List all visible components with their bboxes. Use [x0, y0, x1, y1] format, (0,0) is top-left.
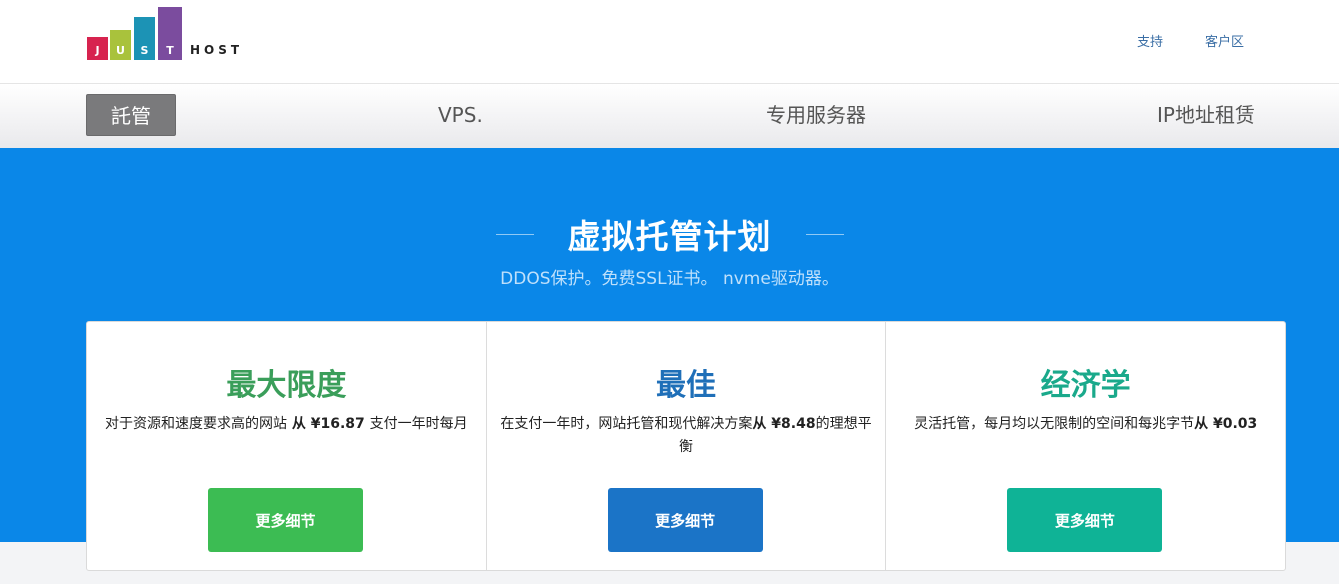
plan-title: 经济学 [1040, 368, 1131, 403]
plan-desc-text: 灵活托管，每月均以无限制的空间和每兆字节 [914, 416, 1195, 432]
top-links: 支持 客户区 [1137, 31, 1244, 50]
plan-title: 最大限度 [226, 368, 347, 403]
plan-cards: 最大限度 对于资源和速度要求高的网站 从 ¥16.87 支付一年时每月 更多细节… [86, 321, 1286, 571]
plan-description: 在支付一年时，网站托管和现代解决方案从 ¥8.48的理想平衡 [497, 413, 876, 459]
plan-desc-text: 在支付一年时，网站托管和现代解决方案 [500, 416, 753, 432]
more-details-button[interactable]: 更多细节 [607, 488, 763, 552]
svg-text:HOST: HOST [190, 43, 243, 57]
plan-card-optimal: 最佳 在支付一年时，网站托管和现代解决方案从 ¥8.48的理想平衡 更多细节 [487, 322, 887, 570]
justhost-logo[interactable]: J U S T HOST [86, 6, 256, 62]
main-nav: 託管 VPS. 专用服务器 IP地址租赁 [0, 84, 1339, 148]
nav-dedicated-servers[interactable]: 专用服务器 [766, 94, 866, 136]
support-link[interactable]: 支持 [1137, 31, 1163, 50]
svg-text:J: J [94, 44, 99, 57]
hero-title: 虚拟托管计划 [567, 217, 772, 256]
hero-divider-right [805, 233, 844, 235]
hero-title-row: 虚拟托管计划 [0, 210, 1339, 258]
plan-desc-tail: 支付一年时每月 [369, 416, 468, 432]
plan-title: 最佳 [656, 368, 716, 403]
client-area-link[interactable]: 客户区 [1205, 31, 1244, 50]
plan-price: 从 ¥0.03 [1194, 416, 1258, 432]
nav-ip-rental[interactable]: IP地址租赁 [1157, 94, 1255, 136]
more-details-button[interactable]: 更多细节 [1007, 488, 1163, 552]
more-details-button[interactable]: 更多细节 [208, 488, 363, 552]
plan-description: 灵活托管，每月均以无限制的空间和每兆字节从 ¥0.03 [896, 413, 1275, 436]
hero-subtitle: DDOS保护。免费SSL证书。 nvme驱动器。 [500, 269, 839, 289]
site-header: J U S T HOST 支持 客户区 [0, 0, 1339, 84]
nav-hosting[interactable]: 託管 [86, 94, 176, 136]
nav-vps[interactable]: VPS. [438, 94, 483, 136]
hero-divider-left [495, 233, 534, 235]
plan-price: 从 ¥16.87 [287, 416, 370, 432]
svg-text:S: S [141, 44, 149, 57]
plan-card-economy: 经济学 灵活托管，每月均以无限制的空间和每兆字节从 ¥0.03 更多细节 [886, 322, 1285, 570]
plan-price: 从 ¥8.48 [752, 416, 816, 432]
plan-card-maximum: 最大限度 对于资源和速度要求高的网站 从 ¥16.87 支付一年时每月 更多细节 [87, 322, 487, 570]
svg-text:U: U [116, 44, 125, 57]
plan-desc-text: 对于资源和速度要求高的网站 [105, 416, 287, 432]
plan-description: 对于资源和速度要求高的网站 从 ¥16.87 支付一年时每月 [97, 413, 476, 436]
svg-text:T: T [166, 44, 174, 57]
